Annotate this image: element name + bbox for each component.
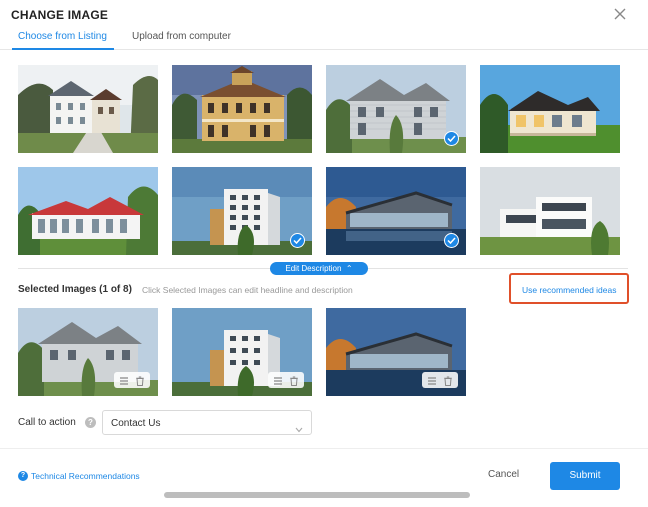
edit-description-button[interactable]: Edit Description ⌃ bbox=[270, 262, 368, 275]
call-to-action-select[interactable]: Contact Us bbox=[102, 410, 312, 435]
question-icon: ? bbox=[18, 471, 28, 481]
tab-upload-from-computer[interactable]: Upload from computer bbox=[132, 31, 231, 42]
selected-check-icon bbox=[444, 131, 459, 146]
horizontal-scrollbar[interactable] bbox=[164, 492, 470, 498]
listing-image-5[interactable] bbox=[18, 167, 158, 255]
chevron-down-icon bbox=[295, 420, 303, 433]
selected-images-label: Selected Images (1 of 8) bbox=[18, 284, 132, 295]
call-to-action-label: Call to action bbox=[18, 417, 76, 428]
trash-icon[interactable] bbox=[442, 374, 454, 386]
cancel-button[interactable]: Cancel bbox=[488, 469, 519, 480]
footer-divider bbox=[0, 448, 648, 449]
dialog-title: CHANGE IMAGE bbox=[11, 8, 109, 22]
trash-icon[interactable] bbox=[288, 374, 300, 386]
use-recommended-ideas-link[interactable]: Use recommended ideas bbox=[522, 285, 617, 295]
chevron-up-icon: ⌃ bbox=[343, 264, 353, 273]
drag-handle-icon[interactable] bbox=[118, 374, 130, 386]
image-tools bbox=[422, 372, 458, 388]
active-tab-indicator bbox=[12, 48, 114, 50]
drag-handle-icon[interactable] bbox=[426, 374, 438, 386]
listing-image-2[interactable] bbox=[172, 65, 312, 153]
technical-recommendations-text: Technical Recommendations bbox=[31, 471, 140, 481]
trash-icon[interactable] bbox=[134, 374, 146, 386]
selected-check-icon bbox=[290, 233, 305, 248]
image-tools bbox=[114, 372, 150, 388]
help-icon[interactable]: ? bbox=[85, 417, 96, 428]
selected-images-hint: Click Selected Images can edit headline … bbox=[142, 285, 353, 295]
listing-image-1[interactable] bbox=[18, 65, 158, 153]
close-icon[interactable] bbox=[612, 6, 628, 22]
call-to-action-value: Contact Us bbox=[111, 418, 161, 429]
selected-check-icon bbox=[444, 233, 459, 248]
submit-button[interactable]: Submit bbox=[550, 462, 620, 490]
drag-handle-icon[interactable] bbox=[272, 374, 284, 386]
listing-image-4[interactable] bbox=[480, 65, 620, 153]
tab-bar: Choose from Listing Upload from computer bbox=[0, 28, 648, 50]
image-tools bbox=[268, 372, 304, 388]
edit-description-label: Edit Description bbox=[285, 264, 342, 273]
tab-choose-from-listing[interactable]: Choose from Listing bbox=[18, 31, 107, 42]
listing-image-8[interactable] bbox=[480, 167, 620, 255]
